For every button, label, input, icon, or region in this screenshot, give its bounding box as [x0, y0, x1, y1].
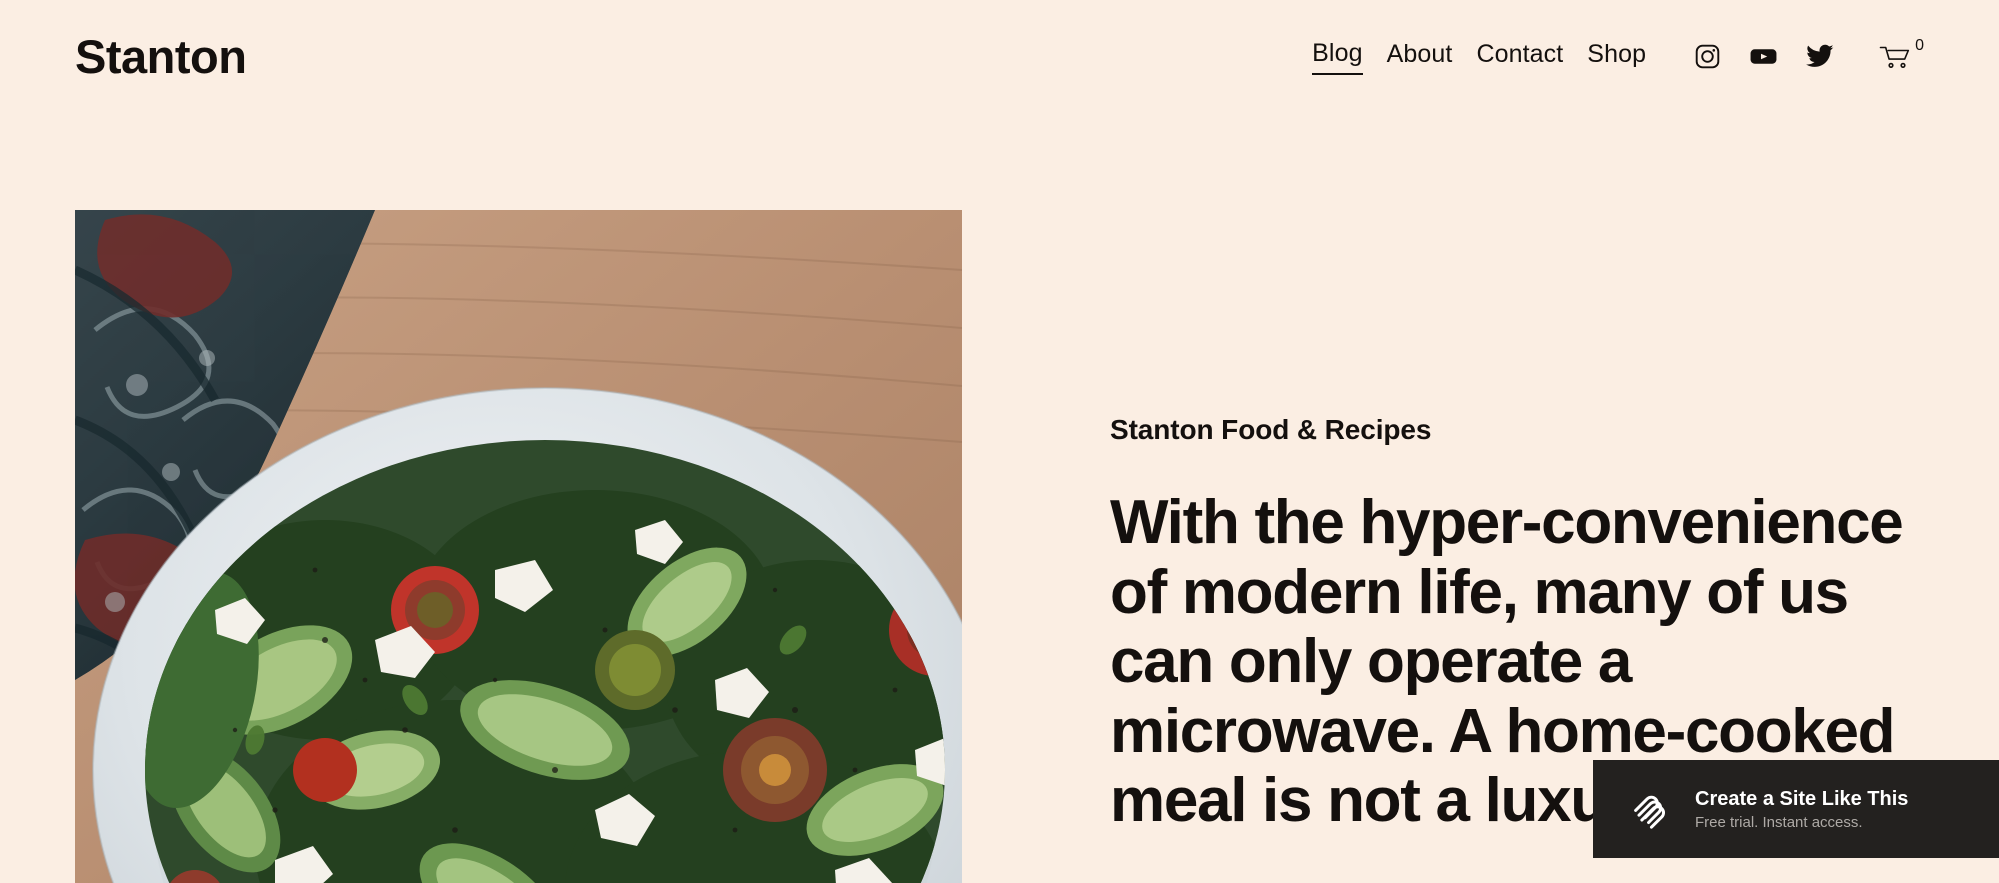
header-right-group: Blog About Contact Shop 0	[1312, 38, 1924, 75]
social-links	[1694, 42, 1834, 71]
shopping-cart-icon	[1878, 41, 1912, 71]
nav-item-contact: Contact	[1476, 39, 1563, 74]
nav-item-about: About	[1387, 39, 1453, 74]
nav-list: Blog About Contact Shop	[1312, 38, 1646, 75]
nav-item-blog: Blog	[1312, 38, 1363, 75]
primary-navigation: Blog About Contact Shop	[1312, 38, 1646, 75]
hero-eyebrow: Stanton Food & Recipes	[1110, 414, 1432, 445]
site-logo[interactable]: Stanton	[75, 33, 247, 80]
nav-item-shop: Shop	[1587, 39, 1646, 74]
headline-line-4: microwave. A home-cooked	[1110, 696, 1896, 766]
banner-subtitle: Free trial. Instant access.	[1695, 813, 1863, 831]
banner-title: Create a Site Like This	[1695, 787, 1909, 810]
instagram-icon[interactable]	[1694, 43, 1721, 70]
nav-link-blog[interactable]: Blog	[1312, 38, 1363, 75]
twitter-icon[interactable]	[1806, 42, 1834, 70]
hero-text-block: Stanton Food & Recipes With the hyper-co…	[1110, 210, 1910, 836]
create-site-banner[interactable]: Create a Site Like This Free trial. Inst…	[1593, 760, 1999, 858]
headline-line-1: With the hyper-convenience	[1110, 488, 1904, 558]
hero-image	[75, 210, 962, 883]
salad-bowl-photo	[75, 210, 962, 883]
headline-line-3: can only operate a	[1110, 627, 1632, 697]
banner-copy: Create a Site Like This Free trial. Inst…	[1695, 787, 1908, 832]
nav-link-about[interactable]: About	[1387, 39, 1453, 74]
site-header: Stanton Blog About Contact Shop 0	[0, 0, 1999, 112]
youtube-icon[interactable]	[1749, 42, 1778, 71]
nav-link-contact[interactable]: Contact	[1476, 39, 1563, 74]
headline-line-2: of modern life, many of us	[1110, 557, 1849, 627]
squarespace-logo-icon	[1627, 786, 1673, 832]
nav-link-shop[interactable]: Shop	[1587, 39, 1646, 74]
cart-count-badge: 0	[1915, 37, 1924, 54]
cart-button[interactable]: 0	[1878, 37, 1924, 71]
